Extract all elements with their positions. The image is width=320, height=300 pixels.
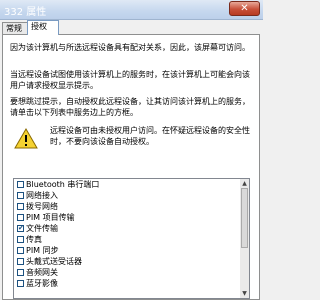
service-checkbox[interactable] (17, 280, 24, 287)
service-label: 音频网关 (26, 268, 58, 277)
service-checkbox[interactable] (17, 236, 24, 243)
tab-strip: 常规 授权 (0, 20, 263, 35)
service-label: 网络接入 (26, 191, 58, 200)
warning-text: 远程设备可由未授权用户访问。在怀疑远程设备的安全性时，不要向该设备自动授权。 (50, 126, 250, 146)
service-checkbox[interactable] (17, 181, 24, 188)
close-button[interactable]: ✕ (229, 1, 260, 16)
list-item[interactable]: Bluetooth 串行端口 (14, 179, 249, 190)
service-label: PIM 同步 (26, 246, 59, 255)
services-list[interactable]: Bluetooth 串行端口 网络接入 拨号网络 PIM 项目传输 ✔ 文件传输 … (13, 178, 250, 299)
service-checkbox[interactable] (17, 258, 24, 265)
service-label: PIM 项目传输 (26, 213, 75, 222)
service-label: 传真 (26, 235, 42, 244)
service-checkbox[interactable] (17, 203, 24, 210)
list-item[interactable]: 音频网关 (14, 267, 249, 278)
list-item[interactable]: PIM 同步 (14, 245, 249, 256)
list-scrollbar[interactable]: ▲ ▼ (240, 179, 249, 298)
list-item[interactable]: 拨号网络 (14, 201, 249, 212)
list-item[interactable]: ✔ 文件传输 (14, 223, 249, 234)
service-label: 蓝牙影像 (26, 279, 58, 288)
description-paragraph-3: 要想跳过提示，自动授权此远程设备，让其访问该计算机上的服务，请单击以下列表中服务… (10, 97, 250, 117)
list-item[interactable]: 蓝牙影像 (14, 278, 249, 289)
service-checkbox[interactable] (17, 192, 24, 199)
authorization-panel: 因为该计算机与所选远程设备具有配对关系，因此，该屏幕可访问。 当远程设备试图使用… (2, 34, 260, 300)
service-checkbox[interactable] (17, 269, 24, 276)
tab-authorization[interactable]: 授权 (27, 20, 59, 35)
service-label: 文件传输 (26, 224, 58, 233)
scroll-up-icon[interactable]: ▲ (240, 179, 249, 188)
list-item[interactable]: 传真 (14, 234, 249, 245)
description-paragraph-1: 因为该计算机与所选远程设备具有配对关系，因此，该屏幕可访问。 (10, 43, 250, 52)
warning-icon (14, 128, 38, 149)
service-checkbox[interactable] (17, 214, 24, 221)
list-item[interactable]: 网络接入 (14, 190, 249, 201)
list-item[interactable]: PIM 项目传输 (14, 212, 249, 223)
service-label: Bluetooth 串行端口 (26, 180, 100, 189)
scrollbar-thumb[interactable] (241, 188, 248, 248)
list-item[interactable]: 头戴式送受话器 (14, 256, 249, 267)
service-checkbox[interactable] (17, 247, 24, 254)
title-bar: 332 属性 ✕ (0, 0, 263, 20)
description-paragraph-2: 当远程设备试图使用该计算机上的服务时，在该计算机上可能会向该用户请求授权显示提示… (10, 70, 250, 90)
scroll-down-icon[interactable]: ▼ (240, 289, 249, 298)
tab-general[interactable]: 常规 (2, 22, 28, 34)
service-label: 拨号网络 (26, 202, 58, 211)
service-label: 头戴式送受话器 (26, 257, 82, 266)
service-checkbox-checked[interactable]: ✔ (17, 225, 24, 232)
window-title: 332 属性 (4, 7, 47, 18)
